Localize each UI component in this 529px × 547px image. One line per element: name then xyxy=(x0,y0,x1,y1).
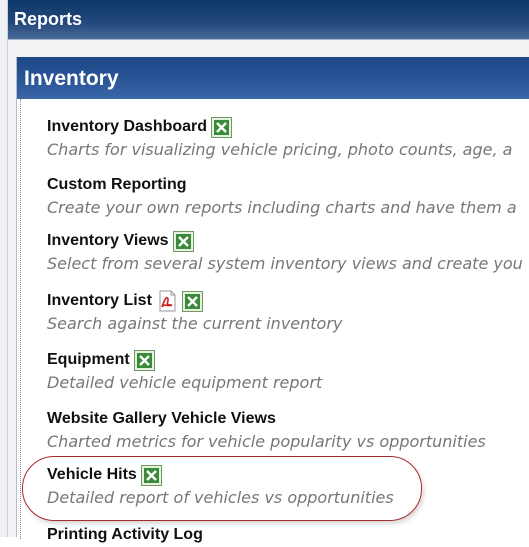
report-item-website-gallery-vehicle-views: Website Gallery Vehicle Views Charted me… xyxy=(47,407,486,451)
report-link-inventory-views[interactable]: Inventory Views xyxy=(47,232,169,250)
report-link-custom-reporting[interactable]: Custom Reporting xyxy=(47,176,187,194)
pdf-icon[interactable] xyxy=(156,290,178,312)
report-link-equipment[interactable]: Equipment xyxy=(47,351,130,369)
report-item-inventory-dashboard: Inventory Dashboard Charts for visualizi… xyxy=(47,115,512,159)
reports-title: Reports xyxy=(14,9,83,29)
outer-left-border xyxy=(0,0,8,537)
report-link-printing-activity-log[interactable]: Printing Activity Log xyxy=(47,526,203,544)
report-description: Create your own reports including charts… xyxy=(47,198,517,217)
report-item-custom-reporting: Custom Reporting Create your own reports… xyxy=(47,173,517,217)
report-item-equipment: Equipment Detailed vehicle equipment rep… xyxy=(47,348,322,392)
report-description: Charts for visualizing vehicle pricing, … xyxy=(47,140,513,159)
report-link-inventory-dashboard[interactable]: Inventory Dashboard xyxy=(47,118,207,136)
inventory-panel-header: Inventory xyxy=(17,57,529,99)
reports-header: Reports xyxy=(8,0,529,40)
report-description: Charted metrics for vehicle popularity v… xyxy=(47,432,486,451)
report-description: Detailed vehicle equipment report xyxy=(47,373,323,392)
excel-icon[interactable] xyxy=(181,290,203,312)
report-item-inventory-list: Inventory List Search against the curren… xyxy=(47,289,342,333)
report-item-inventory-views: Inventory Views Select from several syst… xyxy=(47,229,523,273)
report-description: Select from several system inventory vie… xyxy=(47,254,523,273)
report-item-printing-activity-log: Printing Activity Log xyxy=(47,523,203,547)
excel-icon[interactable] xyxy=(211,116,233,138)
highlight-annotation-ellipse xyxy=(22,456,422,521)
report-link-inventory-list[interactable]: Inventory List xyxy=(47,292,152,310)
report-link-website-gallery-vehicle-views[interactable]: Website Gallery Vehicle Views xyxy=(47,410,276,428)
excel-icon[interactable] xyxy=(133,349,155,371)
report-description: Search against the current inventory xyxy=(47,314,343,333)
dotted-divider xyxy=(20,99,21,539)
inventory-panel-title: Inventory xyxy=(24,67,119,90)
excel-icon[interactable] xyxy=(172,230,194,252)
